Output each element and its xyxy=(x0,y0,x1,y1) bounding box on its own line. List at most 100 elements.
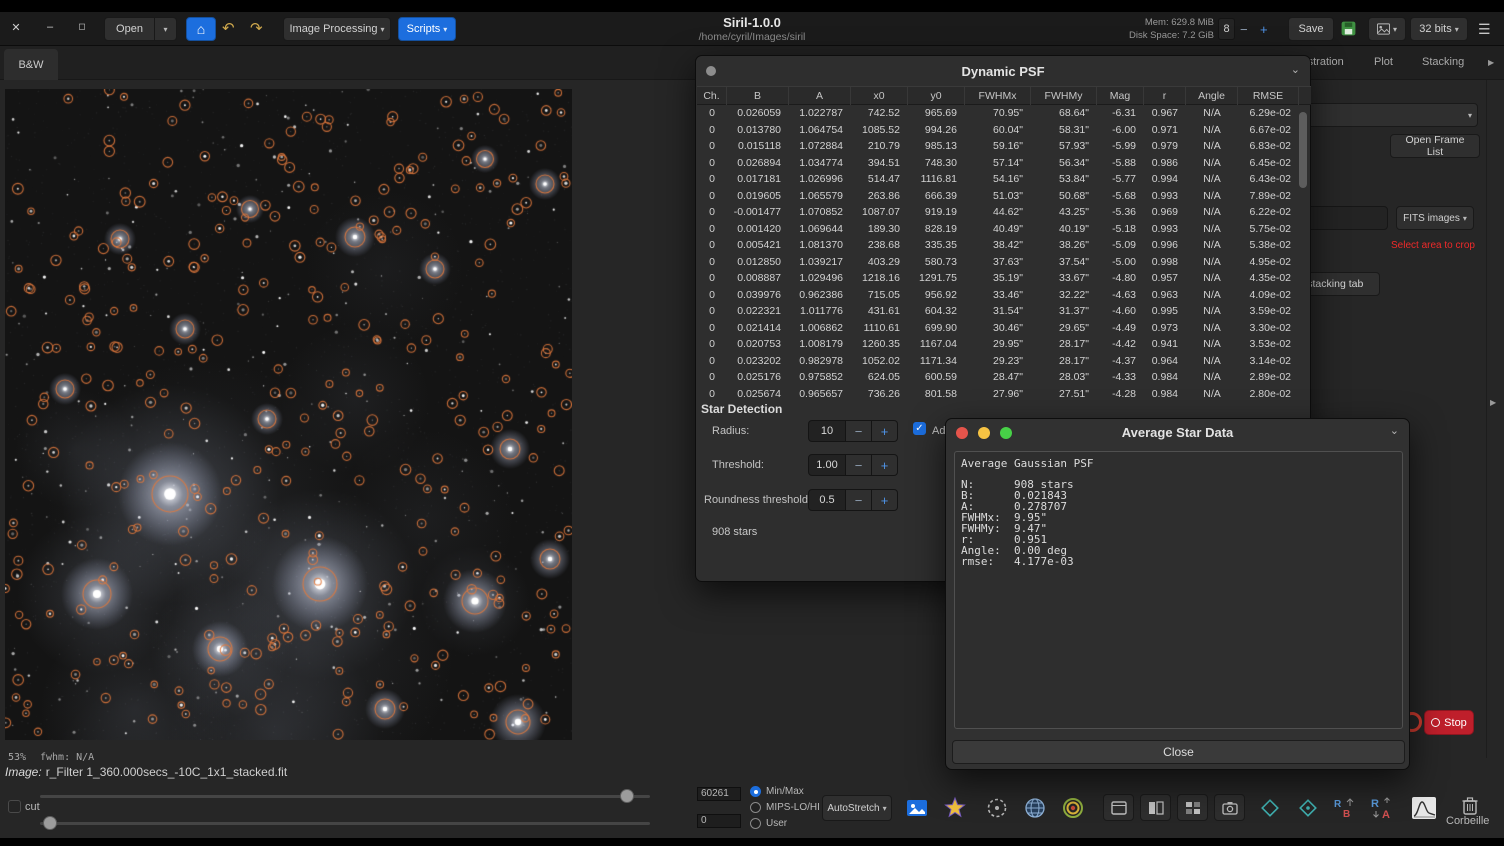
low-cut-value[interactable]: 0 xyxy=(697,814,741,828)
slider-handle[interactable] xyxy=(43,816,58,830)
radio-icon[interactable] xyxy=(750,817,761,829)
psf-col-fwhmx[interactable]: FWHMx xyxy=(965,87,1031,105)
threads-plus-button[interactable]: + xyxy=(1260,22,1268,38)
psf-col-r[interactable]: r xyxy=(1144,87,1186,105)
psf-table-row[interactable]: 0 0.008887 1.029496 1218.16 1291.75 35.19" 33.… xyxy=(697,270,1299,287)
slider-handle[interactable] xyxy=(619,789,634,803)
threads-minus-button[interactable]: − xyxy=(1240,22,1248,38)
redo-icon[interactable]: ↷ xyxy=(250,21,263,37)
psf-col-x0[interactable]: x0 xyxy=(851,87,908,105)
psf-table-row[interactable]: 0 0.013780 1.064754 1085.52 994.26 60.04" 58.3… xyxy=(697,122,1299,139)
save-as-button[interactable] xyxy=(1340,20,1357,41)
psf-col-angle[interactable]: Angle xyxy=(1186,87,1238,105)
close-button[interactable]: Close xyxy=(952,740,1405,764)
minimize-icon[interactable]: – xyxy=(42,21,58,33)
panel-collapse-icon[interactable]: ▶ xyxy=(1490,398,1496,407)
psf-table-row[interactable]: 0 0.025674 0.965657 736.26 801.58 27.96" 27.51… xyxy=(697,386,1299,403)
table-scrollbar[interactable] xyxy=(1299,108,1307,402)
scripts-button[interactable]: Scripts ▾ xyxy=(398,17,456,41)
adjust-checkbox[interactable]: ✓ xyxy=(913,422,926,435)
statistics-button[interactable] xyxy=(1410,794,1438,822)
bit-depth-select[interactable]: 32 bits ▾ xyxy=(1410,17,1468,41)
psf-table-row[interactable]: 0 0.026059 1.022787 742.52 965.69 70.95" 68.64… xyxy=(697,105,1299,122)
psf-table-row[interactable]: 0 0.005421 1.081370 238.68 335.35 38.42" 38.26… xyxy=(697,237,1299,254)
image-canvas[interactable] xyxy=(5,89,572,740)
radio-icon[interactable] xyxy=(750,785,761,797)
psf-table-row[interactable]: 0 0.021414 1.006862 1110.61 699.90 30.46" 29.6… xyxy=(697,320,1299,337)
open-button[interactable]: Open xyxy=(104,17,155,41)
star-overlay-button[interactable] xyxy=(941,794,969,822)
psf-table-row[interactable]: 0 0.023202 0.982978 1052.02 1171.34 29.23" 28.… xyxy=(697,353,1299,370)
close-icon[interactable]: ✕ xyxy=(8,21,24,34)
psf-table-row[interactable]: 0 0.015118 1.072884 210.79 985.13 59.16" 57.93… xyxy=(697,138,1299,155)
roundness-increment-button[interactable]: + xyxy=(872,489,898,511)
image-display-button[interactable] xyxy=(903,794,931,822)
psf-col-y0[interactable]: y0 xyxy=(908,87,965,105)
tab-bw[interactable]: B&W xyxy=(4,49,58,80)
display-mode-button-2[interactable] xyxy=(1140,794,1171,821)
radius-value[interactable]: 10 xyxy=(808,420,846,442)
psf-table-row[interactable]: 0 0.026894 1.034774 394.51 748.30 57.14" 56.34… xyxy=(697,155,1299,172)
mount-track-button[interactable] xyxy=(1294,794,1322,822)
psf-col-b[interactable]: B xyxy=(727,87,789,105)
fits-images-select[interactable]: FITS images ▾ xyxy=(1396,206,1474,230)
tab-plot[interactable]: Plot xyxy=(1374,56,1393,68)
psf-dialog-header[interactable]: Dynamic PSF ⌄ xyxy=(696,56,1310,86)
roundness-value[interactable]: 0.5 xyxy=(808,489,846,511)
close-window-icon[interactable] xyxy=(956,427,968,439)
psf-col-fwhmy[interactable]: FWHMy xyxy=(1031,87,1097,105)
psf-table-row[interactable]: 0 0.022321 1.011776 431.61 604.32 31.54" 31.37… xyxy=(697,303,1299,320)
threshold-increment-button[interactable]: + xyxy=(872,454,898,476)
stretch-mode-select[interactable]: AutoStretch ▾ xyxy=(822,795,892,821)
radius-increment-button[interactable]: + xyxy=(872,420,898,442)
chevron-down-icon[interactable]: ⌄ xyxy=(1291,63,1300,76)
psf-table-row[interactable]: 0 0.019605 1.065579 263.86 666.39 51.03" 50.68… xyxy=(697,188,1299,205)
psf-col-mag[interactable]: Mag xyxy=(1097,87,1144,105)
export-button[interactable]: ▾ xyxy=(1368,17,1406,41)
stop-button[interactable]: Stop xyxy=(1424,710,1474,735)
tab-stacking[interactable]: Stacking xyxy=(1422,56,1464,68)
threshold-decrement-button[interactable]: − xyxy=(846,454,872,476)
save-button[interactable]: Save xyxy=(1288,17,1334,41)
high-cut-value[interactable]: 60261 xyxy=(697,787,741,801)
psf-col-rmse[interactable]: RMSE xyxy=(1238,87,1299,105)
radio-user[interactable]: User xyxy=(750,815,820,831)
image-processing-button[interactable]: Image Processing ▾ xyxy=(283,17,391,41)
scrollbar-thumb[interactable] xyxy=(1299,112,1307,188)
minimize-window-icon[interactable] xyxy=(978,427,990,439)
center-target-button[interactable] xyxy=(1059,794,1087,822)
radio-icon[interactable] xyxy=(750,801,761,813)
avg-dialog-header[interactable]: Average Star Data ⌄ xyxy=(946,419,1409,445)
display-mode-button-4[interactable] xyxy=(1214,794,1245,821)
open-frame-list-button[interactable]: Open Frame List xyxy=(1390,134,1480,158)
display-mode-button-3[interactable] xyxy=(1177,794,1208,821)
tab-scroll-right-icon[interactable]: ▶ xyxy=(1488,58,1494,67)
open-dropdown-button[interactable]: ▾ xyxy=(155,17,177,41)
radius-decrement-button[interactable]: − xyxy=(846,420,872,442)
psf-table-row[interactable]: 0 0.039976 0.962386 715.05 956.92 33.46" 32.22… xyxy=(697,287,1299,304)
rgb-compositing-button[interactable]: RB xyxy=(1330,794,1358,822)
psf-col-a[interactable]: A xyxy=(789,87,851,105)
radio-mips-lo-hi[interactable]: MIPS-LO/HI xyxy=(750,799,820,815)
radio-min-max[interactable]: Min/Max xyxy=(750,783,820,799)
psf-table-row[interactable]: 0 -0.001477 1.070852 1087.07 919.19 44.62" 43.… xyxy=(697,204,1299,221)
threads-input[interactable]: 8 xyxy=(1218,18,1235,40)
display-mode-button-1[interactable] xyxy=(1103,794,1134,821)
psf-table-row[interactable]: 0 0.001420 1.069644 189.30 828.19 40.49" 40.19… xyxy=(697,221,1299,238)
channel-align-button[interactable]: RA xyxy=(1368,794,1396,822)
psf-table-row[interactable]: 0 0.017181 1.026996 514.47 1116.81 54.16" 53.8… xyxy=(697,171,1299,188)
psf-table-row[interactable]: 0 0.012850 1.039217 403.29 580.73 37.63" 37.54… xyxy=(697,254,1299,271)
threshold-value[interactable]: 1.00 xyxy=(808,454,846,476)
cut-checkbox[interactable] xyxy=(8,800,21,813)
psf-col-ch[interactable]: Ch. xyxy=(697,87,727,105)
mount-button[interactable] xyxy=(1256,794,1284,822)
maximize-icon[interactable]: ◻ xyxy=(74,21,90,32)
photometry-button[interactable] xyxy=(983,794,1011,822)
roundness-decrement-button[interactable]: − xyxy=(846,489,872,511)
chevron-down-icon[interactable]: ⌄ xyxy=(1390,424,1399,437)
home-button[interactable]: ⌂ xyxy=(186,17,216,41)
undo-icon[interactable]: ↶ xyxy=(222,21,235,37)
low-cut-slider[interactable] xyxy=(40,816,650,830)
maximize-window-icon[interactable] xyxy=(1000,427,1012,439)
astrometry-button[interactable] xyxy=(1021,794,1049,822)
